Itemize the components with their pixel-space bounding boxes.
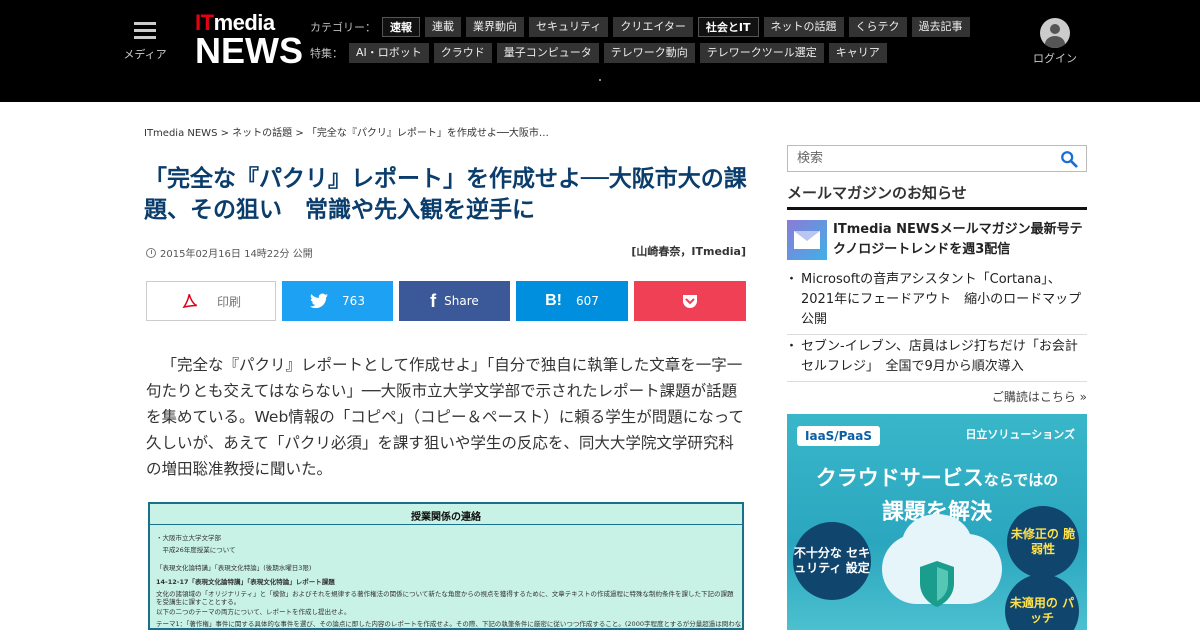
media-menu-button[interactable]: メディア [120,22,170,62]
nav-category-item[interactable]: くらテク [848,17,907,37]
ad-bubble: 不十分な セキュリティ 設定 [793,522,871,600]
nav-feature-item[interactable]: テレワーク動向 [603,43,695,63]
hamburger-icon [134,22,156,40]
newsletter-item[interactable]: Microsoftの音声アシスタント「Cortana」、2021年にフェードアウ… [785,270,1087,335]
nav-category-item[interactable]: 速報 [382,17,420,37]
ad-bubble: 未修正の 脆弱性 [1007,506,1079,578]
site-logo[interactable]: ITmedia NEWS [195,12,303,71]
nav-category-item[interactable]: 連載 [425,17,461,37]
doc-line: 「表現文化論特講」「表現文化特論」(後期水曜日3限) [156,564,312,572]
nav-feature-item[interactable]: クラウド [433,43,492,63]
nav-category-item[interactable]: ネットの話題 [763,17,844,37]
logo-news: NEWS [195,30,303,71]
pocket-icon [683,294,697,308]
pdf-icon [182,294,198,309]
facebook-share-button[interactable]: f Share [399,281,510,321]
twitter-share-button[interactable]: 763 [282,281,393,321]
nav-category-item[interactable]: 業界動向 [466,17,524,37]
ad-headline: クラウドサービスならではの [815,466,1059,490]
date-text: 2015年02月16日 14時22分 公開 [160,249,313,260]
nav-category-item[interactable]: セキュリティ [529,17,609,37]
print-label: 印刷 [216,294,241,309]
media-label: メディア [123,48,167,61]
nav-category-item[interactable]: クリエイター [613,17,693,37]
hatena-count: 607 [575,294,599,308]
twitter-icon [310,293,329,309]
mail-icon [787,220,827,260]
feature-label: 特集： [310,47,343,60]
shield-icon [920,561,954,607]
ad-banner[interactable]: IaaS/PaaS 日立ソリューションズ クラウドサービスならではの 課題を解決… [787,414,1087,630]
site-header: メディア ITmedia NEWS カテゴリー： 速報 連載 業界動向 セキュリティク… [0,0,1200,102]
nav-feature-item[interactable]: テレワークツール選定 [699,43,824,63]
article-title: 「完全な『パクリ』レポート」を作成せよ──大阪市大の課題、その狙い 常識や先入観… [144,166,747,223]
doc-line: 以下の二つのテーマの両方について、レポートを作成し提出せよ。 [156,608,351,616]
newsletter-heading: メールマガジンのお知らせ [787,182,1087,210]
hatena-bookmark-button[interactable]: B! 607 [516,281,628,321]
pocket-button[interactable] [634,281,746,321]
ad-tag: IaaS/PaaS [797,426,880,446]
newsletter-feature-text: ITmedia NEWSメールマガジン最新号テクノロジートレンドを週3配信 [833,222,1083,257]
print-button[interactable]: 印刷 [146,281,276,321]
doc-title: 授業関係の連絡 [411,512,481,523]
publish-date: 2015年02月16日 14時22分 公開 [146,245,313,260]
facebook-icon: f [430,290,437,311]
doc-line: 文化の諸領域の「オリジナリティ」と「模倣」およびそれを規律する著作権法の関係につ… [156,590,734,606]
breadcrumb[interactable]: ITmedia NEWS > ネットの話題 > 「完全な『パクリ』レポート」を作… [144,124,549,139]
twitter-count: 763 [342,294,365,308]
newsletter-item[interactable]: セブン-イレブン、店員はレジ打ちだけ「お会計セルフレジ」 全国で9月から順次導入 [785,337,1087,382]
header-dot [599,79,601,81]
login-label: ログイン [1033,52,1077,65]
doc-line: 14-12-17「表現文化論特講」「表現文化特論」レポート課題 [156,578,335,586]
doc-line: 平成26年度授業について [156,546,236,554]
nav-feature-item[interactable]: 量子コンピュータ [496,43,599,63]
login-button[interactable]: ログイン [1030,18,1080,66]
ad-bubble: 未適用の パッチ [1005,574,1079,630]
doc-line: テーマ1：「著作権」事件に関する具体的な事件を選び、その論点に即した内容のレポー… [156,620,744,628]
nav-category-item[interactable]: 社会とIT [697,17,759,37]
nav-feature-item[interactable]: AI・ロボット [349,43,429,63]
hatena-icon: B! [545,292,562,309]
subscribe-link[interactable]: ご購読はこちら » [992,388,1087,405]
nav-feature-item[interactable]: キャリア [828,43,887,63]
user-avatar-icon [1040,18,1070,48]
author: [山崎春奈，ITmedia] [631,245,746,258]
doc-line: ・大阪市立大学文学部 [156,534,221,542]
clock-icon [146,247,156,258]
facebook-label: Share [444,294,479,308]
search-input[interactable] [788,146,1048,171]
newsletter-feature[interactable]: ITmedia NEWSメールマガジン最新号テクノロジートレンドを週3配信 [787,220,1087,260]
assignment-document-image: 授業関係の連絡 ・大阪市立大学文学部 平成26年度授業について 「表現文化論特講… [148,502,744,630]
search-icon[interactable] [1060,150,1078,168]
search-box [787,145,1087,172]
feature-nav: 特集： AI・ロボット クラウド 量子コンピュータ テレワーク動向 テレワークツール選定… [310,43,892,63]
article-body: 「完全な『パクリ』レポートとして作成せよ」「自分で独自に執筆した文章を一字一句た… [146,356,744,478]
ad-brand: 日立ソリューションズ [965,428,1075,441]
category-nav: カテゴリー： 速報 連載 業界動向 セキュリティ クリエイター 社会とIT ネットの話題 くら… [310,17,975,37]
nav-category-item[interactable]: 過去記事 [911,17,970,37]
category-label: カテゴリー： [310,21,376,34]
